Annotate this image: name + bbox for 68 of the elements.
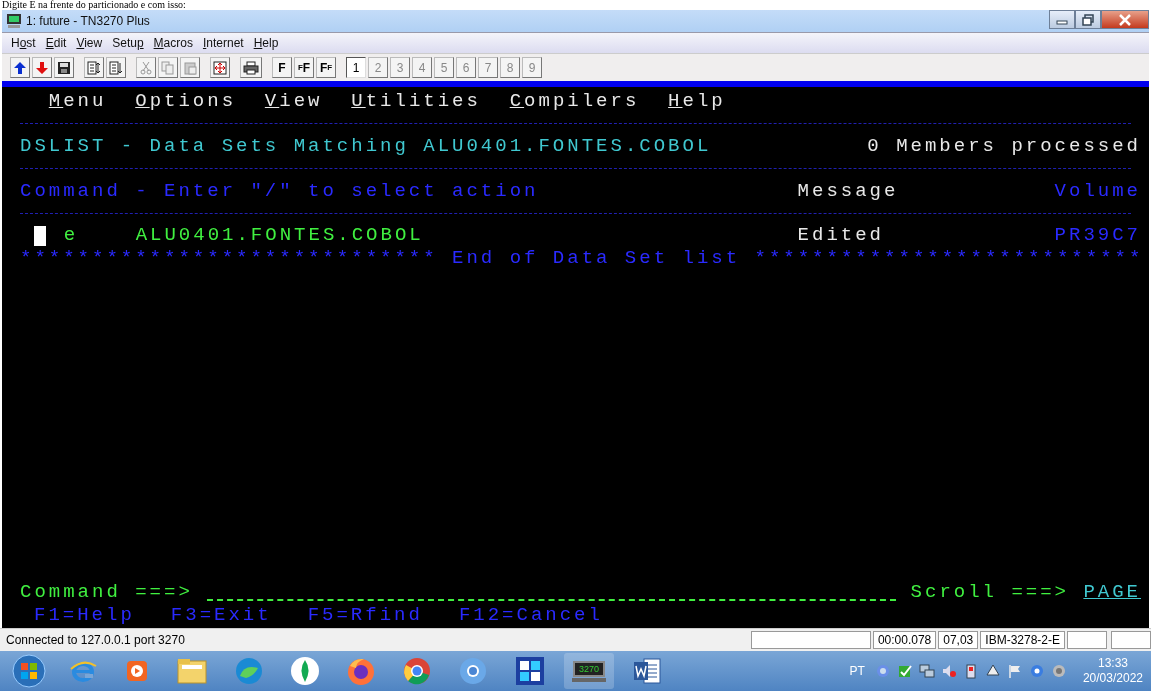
end-marker: ***************************** [20,246,438,270]
flag-icon[interactable] [1006,663,1023,679]
volume-cell: PR39C7 [1054,224,1141,247]
menu-item[interactable]: M enu [48,90,107,113]
paste-button[interactable] [180,57,200,78]
volume-muted-icon[interactable] [940,663,957,679]
window-title: 1: future - TN3270 Plus [26,14,150,28]
column-header: Message [797,179,900,202]
menu-item[interactable]: O ptions [135,90,237,113]
document-icon-button[interactable] [106,57,126,78]
menu-item[interactable]: Help [248,36,284,50]
upload-button[interactable] [10,57,30,78]
print-button[interactable] [240,57,262,78]
document-text: Digite E na frente do particionado e com isso: [2,0,186,10]
menu-item[interactable]: C ompilers [509,90,640,113]
menu-item[interactable]: H elp [668,90,726,113]
connection-status: Connected to 127.0.0.1 port 3270 [6,633,185,647]
document-icon-button[interactable] [84,57,104,78]
status-field: IBM-3278-2-E [980,631,1065,649]
minimize-button[interactable] [1049,10,1075,29]
end-of-list-text: End of Data Set list [452,246,741,270]
menu-item[interactable]: Internet [197,36,249,50]
dataset-name: ALU0401.FONTES.COBOL [135,224,424,247]
status-field: 07,03 [938,631,979,649]
cut-button[interactable] [136,57,156,78]
menu-item[interactable]: U tilities [351,90,481,113]
font-size-button[interactable]: FF [316,57,336,78]
end-marker: *************************** [754,246,1144,270]
column-header: Volume [1054,179,1141,202]
menu-item[interactable]: V iew [264,90,323,113]
status-field [1111,631,1151,649]
menu-item[interactable]: Setup [107,36,149,50]
download-button[interactable] [32,57,52,78]
terminal-app-button[interactable]: 3270 [564,653,614,689]
menu-item[interactable]: View [71,36,108,50]
scroll-label: Scroll ===> [910,581,1069,604]
session-tab[interactable]: 1 [346,57,366,78]
status-message: 0 Members processed [867,134,1141,158]
date-text: 20/03/2022 [1082,671,1143,686]
message-cell-text: Edited [797,224,885,247]
close-button[interactable] [1101,10,1149,29]
fullscreen-button[interactable] [210,57,230,78]
column-header: Command - Enter "/" to select action [20,179,540,202]
close-icon [1118,13,1132,26]
status-field [1067,631,1107,649]
menu-item[interactable]: Macros [148,36,198,50]
cursor [34,225,47,246]
tray-app-icon[interactable] [984,663,1001,679]
line-command[interactable]: e [63,224,79,247]
font-size-button[interactable]: F [272,57,292,78]
status-field: 00:00.078 [872,631,937,649]
panel-title: DSLIST - Data Sets Matching ALU0401.FONTES.COBOL [20,134,712,158]
tray-app-icon[interactable] [896,663,913,679]
arrow-down-icon [35,60,49,75]
font-size-button[interactable]: FF [294,57,314,78]
copy-button[interactable] [158,57,178,78]
network-icon[interactable] [918,663,935,679]
save-button[interactable] [54,57,74,78]
command-label: Command ===> [20,581,193,604]
time-text: 13:33 [1097,656,1128,671]
arrow-up-icon [13,60,27,75]
scroll-field[interactable]: PAGE [1083,581,1141,604]
terminal-icon [6,13,22,29]
restore-icon [1082,13,1094,26]
maximize-button[interactable] [1075,10,1101,29]
menu-item[interactable]: Host [6,36,41,50]
tray-app-icon[interactable] [1028,663,1045,679]
menu-item[interactable]: Edit [40,36,72,50]
